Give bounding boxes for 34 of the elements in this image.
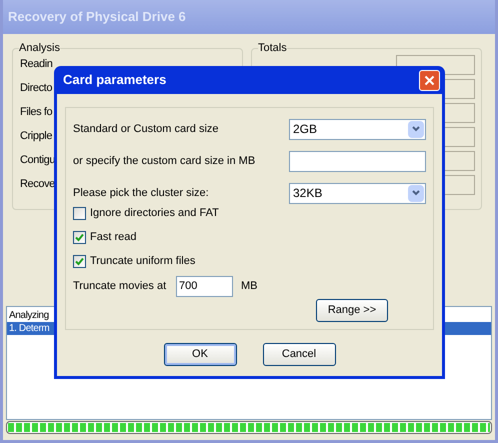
input-field[interactable]: 700	[176, 276, 233, 296]
close-icon	[424, 74, 435, 86]
close-button[interactable]	[419, 70, 440, 90]
chevron-down-icon	[412, 126, 420, 132]
field-label: Please pick the cluster size:	[73, 186, 209, 201]
field-label: Contigu	[20, 153, 56, 168]
input-field[interactable]	[289, 150, 426, 172]
checkbox-label: Ignore directories and FAT	[90, 206, 219, 222]
field-label: Directo	[20, 81, 52, 96]
field-label: Cripple	[20, 129, 52, 144]
dialog-title: Card parameters	[63, 71, 166, 90]
field-label: Standard or Custom card size	[73, 122, 219, 137]
field-label: Files fo	[20, 105, 52, 120]
checkmark-icon	[75, 233, 84, 242]
group-title: Analysis	[19, 41, 60, 55]
dropdown[interactable]: 32KB	[289, 182, 426, 204]
dialog-button[interactable]: OK	[164, 343, 236, 366]
checkbox-label: Fast read	[90, 230, 136, 246]
checkbox[interactable]	[73, 207, 86, 220]
unit-label: MB	[241, 278, 258, 294]
field-label: Recove	[20, 177, 55, 192]
checkbox[interactable]	[73, 255, 86, 268]
window-title: Recovery of Physical Drive 6	[8, 8, 186, 26]
range-button[interactable]: Range >>	[316, 299, 388, 322]
checkmark-icon	[75, 257, 84, 266]
dropdown[interactable]: 2GB	[289, 118, 426, 140]
field-label: Truncate movies at	[73, 278, 168, 294]
log-entry: 1. Determ	[9, 322, 50, 334]
field-label: or specify the custom card size in MB	[73, 154, 256, 169]
field-label: Readin	[20, 57, 52, 72]
dialog-button[interactable]: Cancel	[262, 343, 336, 366]
checkbox-label: Truncate uniform files	[90, 254, 196, 270]
checkbox[interactable]	[73, 231, 86, 244]
chevron-down-icon	[412, 190, 420, 196]
